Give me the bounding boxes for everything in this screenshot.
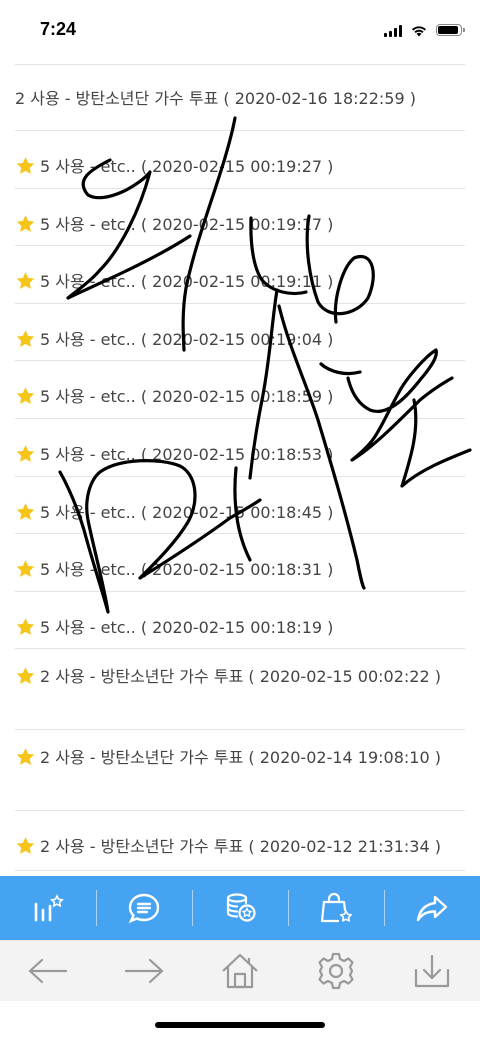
status-icons [384, 22, 465, 38]
list-item[interactable]: 2 사용 - 방탄소년단 가수 투표 ( 2020-02-16 18:22:59… [15, 65, 465, 131]
list-item-text: 5 사용 - etc.. ( 2020-02-15 00:19:17 ) [40, 214, 334, 234]
list-item-text: 2 사용 - 방탄소년단 가수 투표 ( 2020-02-15 00:02:22… [40, 667, 441, 687]
battery-icon [436, 24, 465, 36]
download-button[interactable] [384, 941, 480, 1001]
star-icon [16, 560, 35, 578]
star-icon [16, 330, 35, 347]
list-item[interactable]: 5 사용 - etc.. ( 2020-02-15 00:18:59 ) [15, 361, 465, 419]
cellular-signal-icon [384, 24, 402, 37]
coins-star-icon [226, 893, 256, 922]
status-bar: 7:24 [0, 0, 480, 64]
list-item-text: 5 사용 - etc.. ( 2020-02-15 00:19:11 ) [40, 272, 334, 292]
browser-nav-bar [0, 940, 480, 1001]
list-item[interactable]: 5 사용 - etc.. ( 2020-02-15 00:19:04 ) [15, 304, 465, 362]
action-bar [0, 876, 480, 940]
share-button[interactable] [384, 876, 480, 940]
star-icon [16, 387, 35, 405]
list-item-text: 5 사용 - etc.. ( 2020-02-15 00:18:59 ) [40, 387, 334, 407]
home-icon [222, 953, 258, 989]
ranking-button[interactable] [0, 876, 96, 940]
list-item-text: 5 사용 - etc.. ( 2020-02-15 00:19:27 ) [40, 157, 334, 176]
list-item-text: 5 사용 - etc.. ( 2020-02-15 00:19:04 ) [40, 329, 334, 349]
wifi-icon [412, 25, 426, 36]
status-time: 7:24 [40, 19, 77, 39]
list-item[interactable]: 5 사용 - etc.. ( 2020-02-15 00:18:31 ) [15, 534, 465, 592]
list-item-text: 2 사용 - 방탄소년단 가수 투표 ( 2020-02-16 18:22:59… [15, 89, 416, 108]
list-item[interactable]: 5 사용 - etc.. ( 2020-02-15 00:19:17 ) [15, 189, 465, 247]
shop-button[interactable] [288, 876, 384, 940]
list-item[interactable]: 5 사용 - etc.. ( 2020-02-15 00:19:27 ) [15, 131, 465, 189]
chat-button[interactable] [96, 876, 192, 940]
list-item-text: 5 사용 - etc.. ( 2020-02-15 00:18:53 ) [40, 444, 334, 464]
star-icon [16, 667, 35, 685]
list-item-text: 2 사용 - 방탄소년단 가수 투표 ( 2020-02-12 21:31:34… [40, 837, 441, 857]
chart-star-icon [34, 894, 64, 922]
list-item-text: 5 사용 - etc.. ( 2020-02-15 00:18:19 ) [40, 617, 334, 637]
home-button[interactable] [192, 941, 288, 1001]
download-icon [414, 954, 450, 988]
list-item-text: 5 사용 - etc.. ( 2020-02-15 00:18:31 ) [40, 560, 334, 580]
shopping-bag-star-icon [320, 892, 352, 923]
list-item[interactable]: 2 사용 - 방탄소년단 가수 투표 ( 2020-02-15 00:02:22… [15, 649, 465, 731]
star-icon [16, 748, 35, 766]
star-icon [16, 157, 35, 174]
back-button[interactable] [0, 941, 96, 1001]
list-item[interactable]: 5 사용 - etc.. ( 2020-02-15 00:18:53 ) [15, 419, 465, 477]
list-item[interactable]: 2 사용 - 방탄소년단 가수 투표 ( 2020-02-12 21:31:34… [15, 811, 465, 872]
home-indicator[interactable] [155, 1022, 325, 1028]
list-item[interactable]: 5 사용 - etc.. ( 2020-02-15 00:18:45 ) [15, 477, 465, 535]
star-icon [16, 272, 35, 290]
star-icon [16, 445, 35, 462]
star-icon [16, 618, 35, 635]
star-icon [16, 502, 35, 520]
share-icon [416, 895, 448, 922]
settings-button[interactable] [288, 941, 384, 1001]
list-item-text: 2 사용 - 방탄소년단 가수 투표 ( 2020-02-14 19:08:10… [40, 748, 441, 768]
star-icon [16, 214, 35, 232]
list-item[interactable]: 2 사용 - 방탄소년단 가수 투표 ( 2020-02-14 19:08:10… [15, 730, 465, 812]
back-arrow-icon [28, 958, 68, 984]
list-item[interactable]: 5 사용 - etc.. ( 2020-02-15 00:19:11 ) [15, 246, 465, 304]
usage-history-list: 2 사용 - 방탄소년단 가수 투표 ( 2020-02-16 18:22:59… [15, 64, 465, 872]
star-icon [16, 837, 35, 855]
list-item-text: 5 사용 - etc.. ( 2020-02-15 00:18:45 ) [40, 502, 334, 522]
settings-icon [318, 952, 354, 990]
chat-bubble-icon [128, 893, 160, 924]
list-item[interactable]: 5 사용 - etc.. ( 2020-02-15 00:18:19 ) [15, 592, 465, 650]
points-button[interactable] [192, 876, 288, 940]
forward-button[interactable] [96, 941, 192, 1001]
forward-arrow-icon [124, 958, 164, 984]
